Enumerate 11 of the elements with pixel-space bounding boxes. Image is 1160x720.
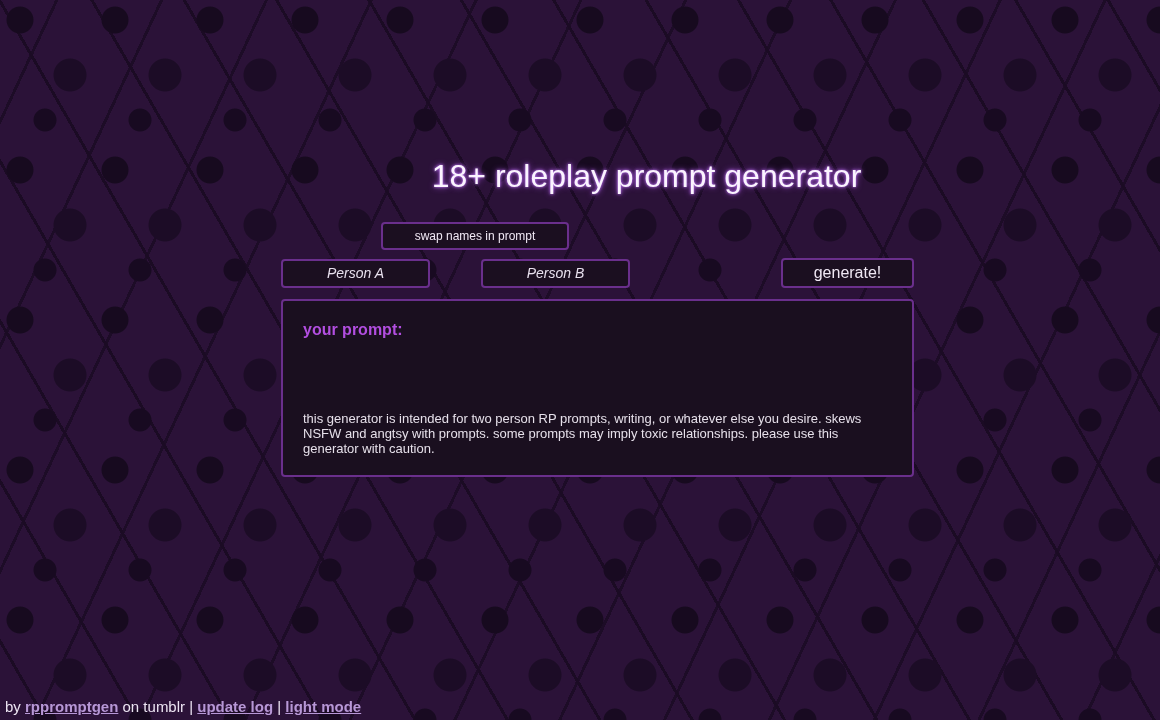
generate-button[interactable]: generate! bbox=[781, 258, 914, 288]
footer-link[interactable]: update log bbox=[197, 698, 274, 715]
footer-link[interactable]: light mode bbox=[285, 698, 362, 715]
name-input-field[interactable]: Person B bbox=[481, 258, 630, 288]
swap-names-button[interactable]: swap names in prompt bbox=[381, 222, 569, 250]
page-title: 18+ roleplay prompt generator bbox=[431, 157, 862, 196]
disclaimer-text: this generator is intended for two person RP prompts, writing, or whatever else you desire. skews NSFW and angtsy with prompts. some prompts may imply toxic relationships. please use this generator with caution. bbox=[303, 411, 863, 456]
footer-credit: by rppromptgen on tumblr | update log | light mode bbox=[5, 698, 362, 716]
name-input-field[interactable]: Person A bbox=[281, 258, 430, 288]
prompt-heading: your prompt: bbox=[303, 320, 403, 339]
footer-link[interactable]: rppromptgen bbox=[25, 698, 119, 715]
